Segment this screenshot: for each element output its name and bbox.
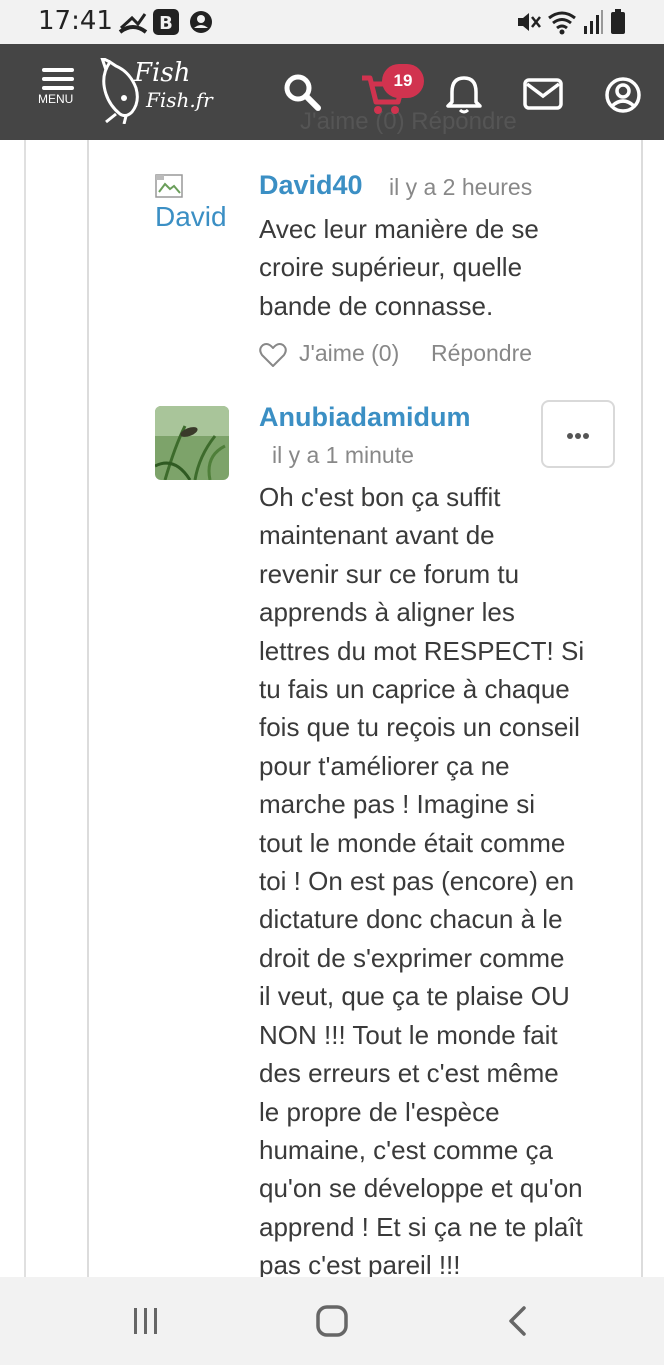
comment-line: droit de s'exprimer comme: [259, 942, 565, 973]
more-dot: [575, 433, 581, 439]
comment-line: humaine, c'est comme ça: [259, 1134, 553, 1165]
comment-line: Avec leur manière de se: [259, 214, 539, 244]
comment-line: marche pas ! Imagine si: [259, 789, 536, 820]
menu-button[interactable]: MENU: [36, 68, 84, 128]
comment-author[interactable]: Anubiadamidum: [259, 402, 471, 433]
b-app-icon: B: [153, 9, 179, 35]
menu-bar-2: [42, 77, 74, 81]
broken-image-icon: [155, 174, 183, 198]
comment-line: pour t'améliorer ça ne: [259, 750, 510, 781]
heart-icon[interactable]: [259, 342, 287, 368]
comment-line: apprends à aligner les: [259, 597, 515, 628]
comment-body: Oh c'est bon ça suffit maintenant avant …: [259, 478, 625, 1277]
comment-line: NON !!! Tout le monde fait: [259, 1019, 558, 1050]
more-options-button[interactable]: [541, 400, 615, 468]
fish-photo-image: [155, 406, 229, 480]
signal-icon: [584, 10, 603, 34]
more-dot: [567, 433, 573, 439]
thread-rail: [24, 140, 26, 1277]
bell-icon[interactable]: [446, 74, 482, 114]
cart-count-badge: 19: [382, 64, 424, 98]
logo-text-top: Fish: [134, 58, 191, 88]
comments-area: David David40 il y a 2 heures Avec leur …: [0, 140, 664, 1277]
system-nav-bar: [0, 1277, 664, 1365]
mute-icon: [518, 13, 541, 31]
avatar-anubiadamidum[interactable]: [155, 406, 229, 480]
comment-line: tu fais un caprice à chaque: [259, 674, 570, 705]
wifi-icon: [548, 11, 576, 35]
comment-line: revenir sur ce forum tu: [259, 558, 520, 589]
comment-line: tout le monde était comme: [259, 827, 566, 858]
comment-time: il y a 1 minute: [272, 442, 414, 468]
comment-line: lettres du mot RESPECT! Si: [259, 635, 585, 666]
status-bar: 17:41 B: [0, 0, 664, 44]
search-icon[interactable]: [282, 72, 322, 112]
menu-bar-3: [42, 86, 74, 90]
svg-text:B: B: [159, 13, 173, 34]
mail-icon[interactable]: [523, 78, 563, 110]
reply-button[interactable]: Répondre: [431, 340, 532, 367]
site-logo[interactable]: Fish Fish.fr: [96, 58, 226, 124]
comment-time: il y a 2 heures: [389, 174, 533, 200]
comment-line: croire supérieur, quelle: [259, 252, 523, 283]
comment-line: apprend ! Et si ça ne te plaît: [259, 1211, 583, 1242]
avatar-alt-text: David: [155, 201, 227, 232]
home-icon[interactable]: [314, 1303, 350, 1339]
avatar-david40[interactable]: David: [155, 174, 245, 233]
comment-author[interactable]: David40: [259, 170, 363, 201]
comment-line: il veut, que ça te plaise OU: [259, 981, 570, 1012]
comment-line: le propre de l'espèce: [259, 1096, 500, 1127]
back-icon[interactable]: [504, 1305, 532, 1337]
comment-line: fois que tu reçois un conseil: [259, 712, 580, 743]
logo-text-bottom: Fish.fr: [146, 88, 213, 112]
more-dot: [583, 433, 589, 439]
comment-body: Avec leur manière de se croire supérieur…: [259, 210, 619, 325]
comment-line: pas c'est pareil !!!: [259, 1250, 461, 1277]
comment-line: maintenant avant de: [259, 520, 495, 551]
comment-line: dictature donc chacun à le: [259, 904, 563, 935]
comment-line: bande de connasse.: [259, 290, 494, 321]
menu-bar-1: [42, 68, 74, 72]
status-time: 17:41: [38, 6, 113, 36]
account-circle-icon: [190, 11, 212, 33]
app-header: J'aime (0) Répondre MENU Fish Fish.fr 19: [0, 44, 664, 140]
user-account-icon[interactable]: [604, 76, 642, 114]
battery-icon: [611, 9, 625, 34]
like-button[interactable]: J'aime (0): [299, 340, 399, 367]
comment-line: toi ! On est pas (encore) en: [259, 866, 575, 897]
comment-line: Oh c'est bon ça suffit: [259, 482, 501, 512]
missed-call-icon: [118, 13, 148, 34]
recent-apps-icon[interactable]: [130, 1305, 162, 1337]
comment-line: qu'on se développe et qu'on: [259, 1173, 583, 1204]
menu-label: MENU: [38, 92, 74, 106]
behind-header-actions: J'aime (0) Répondre: [300, 108, 517, 135]
comment-line: des erreurs et c'est même: [259, 1058, 559, 1089]
